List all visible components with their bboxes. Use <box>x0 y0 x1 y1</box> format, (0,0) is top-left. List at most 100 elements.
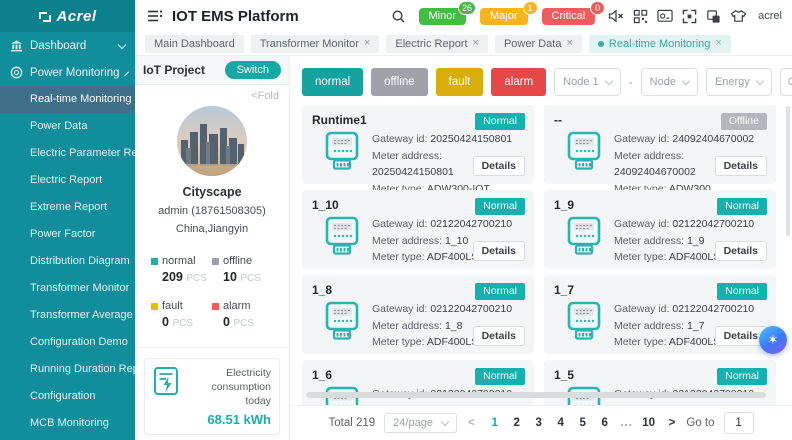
page-size-select[interactable]: 24/page <box>384 413 457 433</box>
summary-label: normal <box>151 255 212 267</box>
fullscreen-icon[interactable] <box>682 9 697 24</box>
horizontal-scrollbar[interactable] <box>306 392 766 398</box>
gateway-search-box <box>780 68 792 96</box>
username[interactable]: acrel <box>758 10 782 22</box>
status-bullet <box>212 258 219 265</box>
sidebar-item-power-monitoring[interactable]: Power Monitoring <box>0 59 135 86</box>
alarm-badge-minor[interactable]: Minor26 <box>419 8 467 25</box>
details-button[interactable]: Details <box>473 156 525 176</box>
node-select-1[interactable]: Node 1 <box>554 68 620 96</box>
alarm-badge-major[interactable]: Major1 <box>480 8 528 25</box>
filter-button-normal[interactable]: normal <box>302 68 363 96</box>
project-admin: admin (18761508305) <box>135 205 289 217</box>
sidebar-item-transformer-monitor[interactable]: Transformer Monitor <box>0 275 135 302</box>
sidebar-item-electric-parameter-report[interactable]: Electric Parameter Report <box>0 140 135 167</box>
mute-icon[interactable] <box>608 9 624 23</box>
sidebar-item-electric-report[interactable]: Electric Report <box>0 167 135 194</box>
page-number-10[interactable]: 10 <box>640 417 658 429</box>
meter-card: Runtime1Normal Gateway id: 2025042415080… <box>302 105 534 184</box>
goto-label: Go to <box>686 417 714 429</box>
field-value: 02122042700210 <box>672 218 754 230</box>
vertical-scrollbar[interactable] <box>786 106 790 236</box>
qr-code-icon[interactable] <box>633 9 648 24</box>
field-value: 02122042700210 <box>430 218 512 230</box>
screen-share-icon[interactable] <box>657 9 673 23</box>
sidebar-item-mcb-monitoring[interactable]: MCB Monitoring <box>0 410 135 437</box>
close-icon[interactable]: × <box>566 38 572 49</box>
meter-field-gateway-id: Gateway id: 02122042700210 <box>614 216 754 233</box>
sidebar-item-transformer-average-loa[interactable]: Transformer Average Loa... <box>0 302 135 329</box>
sidebar-item-extreme-report[interactable]: Extreme Report <box>0 194 135 221</box>
sidebar-item-power-factor[interactable]: Power Factor <box>0 221 135 248</box>
tab-electric-report[interactable]: Electric Report × <box>386 35 488 53</box>
next-page-button[interactable]: > <box>667 417 678 429</box>
alarm-badges: Minor26 Major1 Critical0 <box>419 8 596 25</box>
gateway-search-input[interactable] <box>788 76 792 88</box>
filter-bar: normalofflinefaultalarm Node 1 - Node En… <box>290 56 792 105</box>
tab-power-data[interactable]: Power Data× <box>495 35 582 53</box>
filter-button-fault[interactable]: fault <box>436 68 484 96</box>
alarm-badge-critical[interactable]: Critical0 <box>542 8 596 25</box>
details-button[interactable]: Details <box>473 326 525 346</box>
summary-fault: fault0 PCS <box>151 300 212 329</box>
field-label: Meter address: <box>372 235 445 247</box>
sidebar-item-dashboard[interactable]: Dashboard <box>0 32 135 59</box>
goto-page-input[interactable] <box>724 412 754 434</box>
page-number-1[interactable]: 1 <box>486 417 504 429</box>
sidebar-item-power-data[interactable]: Power Data <box>0 113 135 140</box>
menu-fold-icon[interactable] <box>147 9 163 23</box>
page-number-5[interactable]: 5 <box>574 417 592 429</box>
details-button[interactable]: Details <box>715 156 767 176</box>
meter-field-meter-address: Meter address: 1_5 <box>614 403 754 406</box>
fold-panel-link[interactable]: <Fold <box>135 85 289 102</box>
close-icon[interactable]: × <box>715 38 721 49</box>
sparkle-icon: ✶ <box>768 332 779 348</box>
sidebar-submenu: Real-time MonitoringPower DataElectric P… <box>0 86 135 437</box>
meter-icon-svg <box>325 301 359 341</box>
details-button[interactable]: Details <box>473 241 525 261</box>
project-panel-header: IoT Project Switch <box>135 56 289 85</box>
cityscape-image <box>177 106 247 176</box>
theme-layers-icon[interactable] <box>706 9 721 24</box>
meter-icon <box>567 216 601 259</box>
power-monitoring-icon <box>10 66 23 79</box>
page-number-6[interactable]: 6 <box>596 417 614 429</box>
prev-page-button[interactable]: < <box>466 417 477 429</box>
sidebar-item-real-time-monitoring[interactable]: Real-time Monitoring <box>0 86 135 113</box>
tab-real-time-monitoring[interactable]: Real-time Monitoring× <box>589 35 731 53</box>
tab-main-dashboard[interactable]: Main Dashboard <box>145 35 244 53</box>
field-value: 02122042700210 <box>430 303 512 315</box>
status-summary: normal209 PCSoffline10 PCSfault0 PCSalar… <box>135 235 289 343</box>
project-avatar <box>177 106 247 176</box>
filter-button-offline[interactable]: offline <box>371 68 427 96</box>
close-icon[interactable]: × <box>364 38 370 49</box>
summary-value: 10 PCS <box>212 270 273 284</box>
switch-project-button[interactable]: Switch <box>225 61 281 79</box>
filter-button-alarm[interactable]: alarm <box>491 68 546 96</box>
summary-value: 0 PCS <box>212 315 273 329</box>
page-number-4[interactable]: 4 <box>552 417 570 429</box>
meter-field-gateway-id: Gateway id: 24092404670002 <box>614 131 766 148</box>
page-number-3[interactable]: 3 <box>530 417 548 429</box>
summary-alarm: alarm0 PCS <box>212 300 273 329</box>
node-select-2[interactable]: Node <box>641 68 698 96</box>
tab-label: Electric Report <box>395 38 467 50</box>
sidebar-item-running-duration-report[interactable]: Running Duration Report <box>0 356 135 383</box>
sidebar-item-configuration[interactable]: Configuration <box>0 383 135 410</box>
close-icon[interactable]: × <box>473 38 479 49</box>
meter-card: --Offline Gateway id: 24092404670002Mete… <box>544 105 776 184</box>
energy-select[interactable]: Energy <box>706 68 772 96</box>
page-ellipsis: ... <box>618 417 636 429</box>
tab-transformer-monitor[interactable]: Transformer Monitor× <box>251 35 380 53</box>
ai-assistant-button[interactable]: ✶ <box>759 326 787 354</box>
details-button[interactable]: Details <box>715 241 767 261</box>
field-label: Gateway id: <box>614 303 672 315</box>
alarm-badge-count: 26 <box>458 1 476 15</box>
skin-shirt-icon[interactable] <box>730 9 747 23</box>
search-icon[interactable] <box>391 9 406 24</box>
sidebar-item-distribution-diagram[interactable]: Distribution Diagram <box>0 248 135 275</box>
sidebar-item-configuration-demo[interactable]: Configuration Demo <box>0 329 135 356</box>
top-header: IOT EMS Platform Minor26Major1Critical0 <box>135 0 792 32</box>
meter-field-gateway-id: Gateway id: 02122042700210 <box>614 301 754 318</box>
page-number-2[interactable]: 2 <box>508 417 526 429</box>
